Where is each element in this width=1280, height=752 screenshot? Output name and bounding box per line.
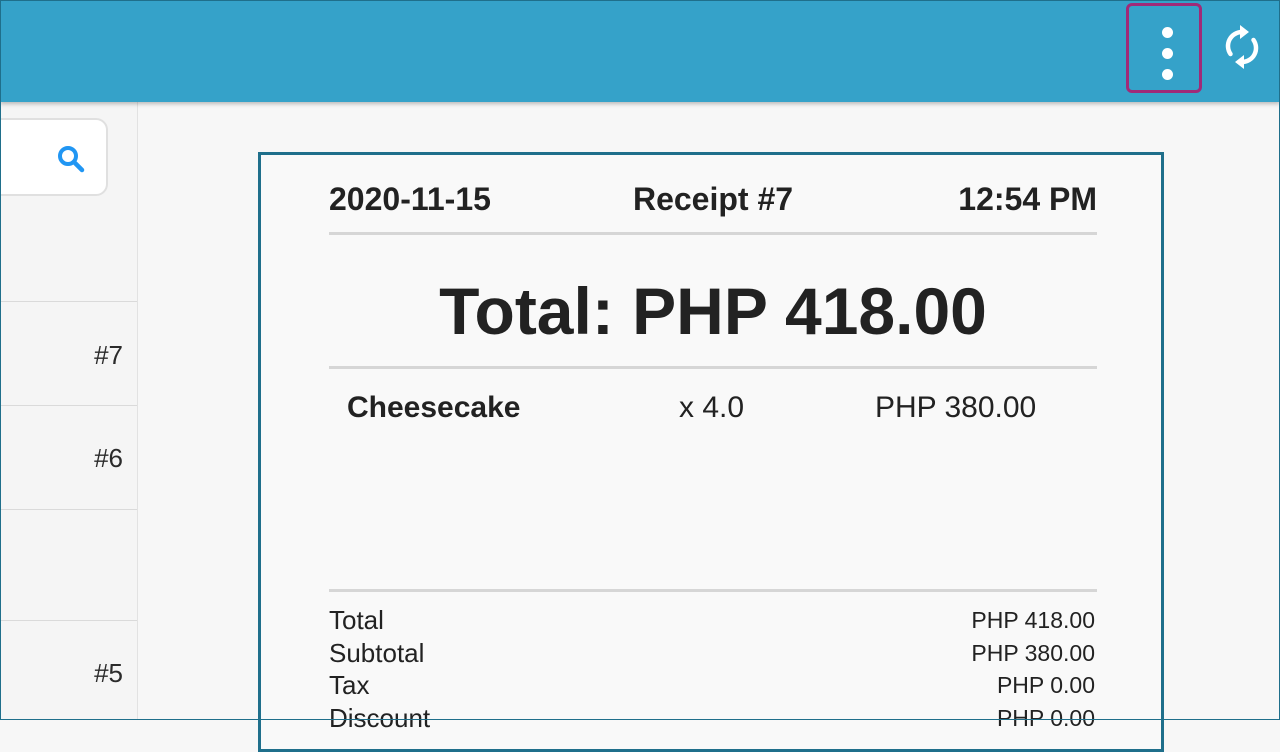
line-item: Cheesecake x 4.0 PHP 380.00 (329, 391, 1097, 431)
receipt-card: Receipt #7 2020-11-15 12:54 PM Total: PH… (258, 152, 1164, 752)
receipt-list-item[interactable]: #6 (0, 406, 137, 509)
summary-label: Total (329, 605, 384, 635)
item-quantity: x 4.0 (679, 391, 745, 424)
more-vert-icon-dot (1162, 27, 1173, 38)
summary-value: PHP 380.00 (971, 639, 1095, 666)
divider (329, 232, 1097, 235)
summary-label: Discount (329, 702, 431, 733)
summary-row-total: Total PHP 418.00 (329, 605, 1097, 638)
sync-icon (1225, 25, 1259, 69)
divider (329, 366, 1097, 369)
list-divider (0, 509, 137, 510)
summary-row-subtotal: Subtotal PHP 380.00 (329, 638, 1097, 671)
receipt-date: 2020-11-15 (329, 181, 491, 217)
receipt-list-item[interactable]: #5 (0, 621, 137, 720)
item-name: Cheesecake (347, 391, 521, 424)
receipt-number: #7 (94, 340, 123, 370)
summary-label: Subtotal (329, 637, 425, 668)
app-bar (0, 0, 1280, 102)
summary-value: PHP 0.00 (996, 672, 1095, 698)
summary-row-tax: Tax PHP 0.00 (329, 670, 1097, 703)
summary-row-discount: Discount PHP 0.00 (329, 703, 1097, 736)
receipt-number: #5 (94, 658, 123, 688)
receipt-time: 12:54 PM (958, 181, 1097, 217)
more-vert-icon-dot (1162, 69, 1173, 80)
receipt-list-item[interactable]: #7 (0, 302, 137, 405)
sync-button[interactable] (1222, 24, 1262, 70)
receipt-number: #6 (94, 443, 123, 473)
overflow-menu-button[interactable] (1126, 3, 1202, 93)
item-price: PHP 380.00 (875, 391, 1037, 424)
divider (329, 589, 1097, 592)
receipt-total-heading: Total: PHP 418.00 (439, 274, 987, 348)
summary-value: PHP 418.00 (971, 607, 1095, 633)
receipt-list-panel: #7 #6 #5 (0, 102, 138, 720)
receipt-summary: Total PHP 418.00 Subtotal PHP 380.00 Tax… (329, 605, 1097, 735)
summary-value: PHP 0.00 (996, 704, 1095, 731)
more-vert-icon-dot (1162, 48, 1173, 59)
summary-label: Tax (329, 670, 370, 700)
receipt-header: Receipt #7 2020-11-15 12:54 PM (329, 181, 1097, 225)
search-icon (58, 146, 85, 173)
search-button[interactable] (0, 118, 108, 196)
